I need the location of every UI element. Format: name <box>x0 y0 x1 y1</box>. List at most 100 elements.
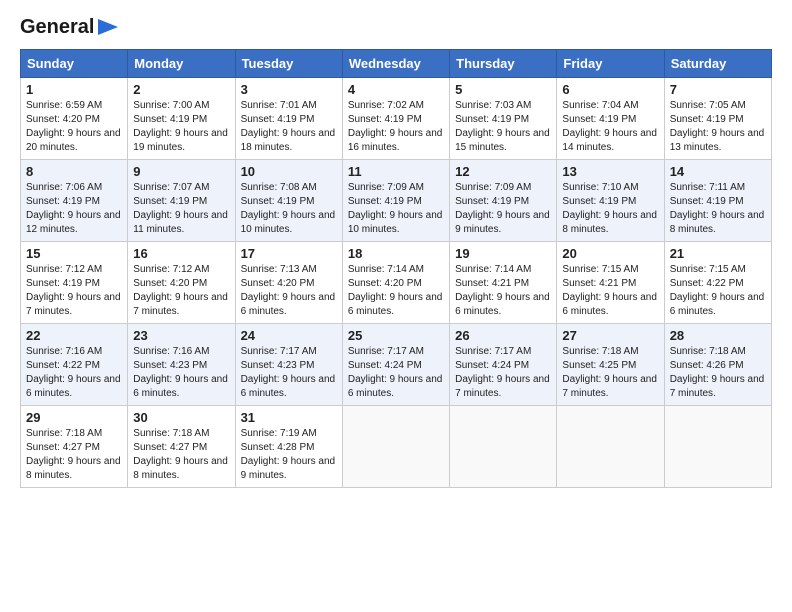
day-number: 17 <box>241 246 337 261</box>
day-info: Sunrise: 7:12 AM Sunset: 4:20 PM Dayligh… <box>133 264 228 317</box>
table-row <box>557 406 664 488</box>
table-row: 2 Sunrise: 7:00 AM Sunset: 4:19 PM Daylig… <box>128 78 235 160</box>
day-number: 1 <box>26 82 122 97</box>
col-header-thursday: Thursday <box>450 50 557 78</box>
logo-general-text: General <box>20 16 94 39</box>
table-row: 30Sunrise: 7:18 AM Sunset: 4:27 PM Dayli… <box>128 406 235 488</box>
day-number: 20 <box>562 246 658 261</box>
table-row: 10Sunrise: 7:08 AM Sunset: 4:19 PM Dayli… <box>235 160 342 242</box>
table-row: 8 Sunrise: 7:06 AM Sunset: 4:19 PM Daylig… <box>21 160 128 242</box>
day-info: Sunrise: 7:18 AM Sunset: 4:25 PM Dayligh… <box>562 346 657 399</box>
day-info: Sunrise: 7:18 AM Sunset: 4:27 PM Dayligh… <box>26 428 121 481</box>
col-header-friday: Friday <box>557 50 664 78</box>
day-number: 25 <box>348 328 444 343</box>
table-row: 20 Sunrise: 7:15 AM Sunset: 4:21 PM Dayli… <box>557 242 664 324</box>
calendar-week-row: 29 Sunrise: 7:18 AM Sunset: 4:27 PM Dayli… <box>21 406 772 488</box>
day-info: Sunrise: 7:05 AM Sunset: 4:19 PM Dayligh… <box>670 100 765 153</box>
col-header-tuesday: Tuesday <box>235 50 342 78</box>
day-info: Sunrise: 7:18 AM Sunset: 4:27 PM Dayligh… <box>133 428 228 481</box>
calendar-week-row: 8 Sunrise: 7:06 AM Sunset: 4:19 PM Daylig… <box>21 160 772 242</box>
day-number: 6 <box>562 82 658 97</box>
day-info: Sunrise: 7:03 AM Sunset: 4:19 PM Dayligh… <box>455 100 550 153</box>
day-info: Sunrise: 7:19 AM Sunset: 4:28 PM Dayligh… <box>241 428 336 481</box>
day-number: 11 <box>348 164 444 179</box>
day-info: Sunrise: 7:14 AM Sunset: 4:21 PM Dayligh… <box>455 264 550 317</box>
day-number: 21 <box>670 246 766 261</box>
table-row: 22 Sunrise: 7:16 AM Sunset: 4:22 PM Dayli… <box>21 324 128 406</box>
day-info: Sunrise: 7:17 AM Sunset: 4:24 PM Dayligh… <box>455 346 550 399</box>
col-header-saturday: Saturday <box>664 50 771 78</box>
table-row: 19Sunrise: 7:14 AM Sunset: 4:21 PM Dayli… <box>450 242 557 324</box>
table-row: 28Sunrise: 7:18 AM Sunset: 4:26 PM Dayli… <box>664 324 771 406</box>
day-number: 23 <box>133 328 229 343</box>
col-header-wednesday: Wednesday <box>342 50 449 78</box>
day-number: 18 <box>348 246 444 261</box>
day-info: Sunrise: 7:08 AM Sunset: 4:19 PM Dayligh… <box>241 182 336 235</box>
day-number: 13 <box>562 164 658 179</box>
table-row: 31 Sunrise: 7:19 AM Sunset: 4:28 PM Dayli… <box>235 406 342 488</box>
day-info: Sunrise: 7:09 AM Sunset: 4:19 PM Dayligh… <box>455 182 550 235</box>
table-row: 3Sunrise: 7:01 AM Sunset: 4:19 PM Daylig… <box>235 78 342 160</box>
day-info: Sunrise: 7:06 AM Sunset: 4:19 PM Dayligh… <box>26 182 121 235</box>
day-info: Sunrise: 7:00 AM Sunset: 4:19 PM Dayligh… <box>133 100 228 153</box>
table-row: 5 Sunrise: 7:03 AM Sunset: 4:19 PM Daylig… <box>450 78 557 160</box>
calendar-week-row: 1 Sunrise: 6:59 AM Sunset: 4:20 PM Daylig… <box>21 78 772 160</box>
day-info: Sunrise: 7:12 AM Sunset: 4:19 PM Dayligh… <box>26 264 121 317</box>
day-info: Sunrise: 7:17 AM Sunset: 4:23 PM Dayligh… <box>241 346 336 399</box>
day-info: Sunrise: 7:15 AM Sunset: 4:22 PM Dayligh… <box>670 264 765 317</box>
day-info: Sunrise: 7:14 AM Sunset: 4:20 PM Dayligh… <box>348 264 443 317</box>
day-number: 5 <box>455 82 551 97</box>
col-header-monday: Monday <box>128 50 235 78</box>
table-row: 1 Sunrise: 6:59 AM Sunset: 4:20 PM Daylig… <box>21 78 128 160</box>
table-row: 14 Sunrise: 7:11 AM Sunset: 4:19 PM Dayli… <box>664 160 771 242</box>
table-row: 26 Sunrise: 7:17 AM Sunset: 4:24 PM Dayli… <box>450 324 557 406</box>
table-row: 9Sunrise: 7:07 AM Sunset: 4:19 PM Daylig… <box>128 160 235 242</box>
day-number: 24 <box>241 328 337 343</box>
day-number: 16 <box>133 246 229 261</box>
day-number: 4 <box>348 82 444 97</box>
day-info: Sunrise: 7:16 AM Sunset: 4:22 PM Dayligh… <box>26 346 121 399</box>
day-info: Sunrise: 7:04 AM Sunset: 4:19 PM Dayligh… <box>562 100 657 153</box>
table-row: 7 Sunrise: 7:05 AM Sunset: 4:19 PM Daylig… <box>664 78 771 160</box>
day-number: 22 <box>26 328 122 343</box>
table-row: 24 Sunrise: 7:17 AM Sunset: 4:23 PM Dayli… <box>235 324 342 406</box>
day-info: Sunrise: 7:07 AM Sunset: 4:19 PM Dayligh… <box>133 182 228 235</box>
day-number: 14 <box>670 164 766 179</box>
day-info: Sunrise: 7:15 AM Sunset: 4:21 PM Dayligh… <box>562 264 657 317</box>
header: General <box>20 16 772 39</box>
table-row: 4 Sunrise: 7:02 AM Sunset: 4:19 PM Daylig… <box>342 78 449 160</box>
calendar-week-row: 22 Sunrise: 7:16 AM Sunset: 4:22 PM Dayli… <box>21 324 772 406</box>
table-row: 18 Sunrise: 7:14 AM Sunset: 4:20 PM Dayli… <box>342 242 449 324</box>
day-number: 28 <box>670 328 766 343</box>
table-row: 16 Sunrise: 7:12 AM Sunset: 4:20 PM Dayli… <box>128 242 235 324</box>
table-row: 29 Sunrise: 7:18 AM Sunset: 4:27 PM Dayli… <box>21 406 128 488</box>
calendar-header-row: SundayMondayTuesdayWednesdayThursdayFrid… <box>21 50 772 78</box>
table-row: 17Sunrise: 7:13 AM Sunset: 4:20 PM Dayli… <box>235 242 342 324</box>
table-row <box>664 406 771 488</box>
day-info: Sunrise: 7:11 AM Sunset: 4:19 PM Dayligh… <box>670 182 765 235</box>
day-info: Sunrise: 7:17 AM Sunset: 4:24 PM Dayligh… <box>348 346 443 399</box>
day-number: 29 <box>26 410 122 425</box>
day-number: 3 <box>241 82 337 97</box>
table-row: 27Sunrise: 7:18 AM Sunset: 4:25 PM Dayli… <box>557 324 664 406</box>
day-info: Sunrise: 7:02 AM Sunset: 4:19 PM Dayligh… <box>348 100 443 153</box>
day-number: 2 <box>133 82 229 97</box>
table-row <box>450 406 557 488</box>
table-row: 13 Sunrise: 7:10 AM Sunset: 4:19 PM Dayli… <box>557 160 664 242</box>
day-number: 7 <box>670 82 766 97</box>
col-header-sunday: Sunday <box>21 50 128 78</box>
day-number: 8 <box>26 164 122 179</box>
table-row: 25 Sunrise: 7:17 AM Sunset: 4:24 PM Dayli… <box>342 324 449 406</box>
day-info: Sunrise: 7:16 AM Sunset: 4:23 PM Dayligh… <box>133 346 228 399</box>
calendar-table: SundayMondayTuesdayWednesdayThursdayFrid… <box>20 49 772 488</box>
day-number: 31 <box>241 410 337 425</box>
table-row: 23 Sunrise: 7:16 AM Sunset: 4:23 PM Dayli… <box>128 324 235 406</box>
table-row: 15Sunrise: 7:12 AM Sunset: 4:19 PM Dayli… <box>21 242 128 324</box>
table-row <box>342 406 449 488</box>
calendar-page: General SundayMondayTuesdayWednesdayThur… <box>0 0 792 612</box>
logo: General <box>20 16 118 39</box>
table-row: 11Sunrise: 7:09 AM Sunset: 4:19 PM Dayli… <box>342 160 449 242</box>
day-info: Sunrise: 6:59 AM Sunset: 4:20 PM Dayligh… <box>26 100 121 153</box>
day-info: Sunrise: 7:10 AM Sunset: 4:19 PM Dayligh… <box>562 182 657 235</box>
day-number: 26 <box>455 328 551 343</box>
